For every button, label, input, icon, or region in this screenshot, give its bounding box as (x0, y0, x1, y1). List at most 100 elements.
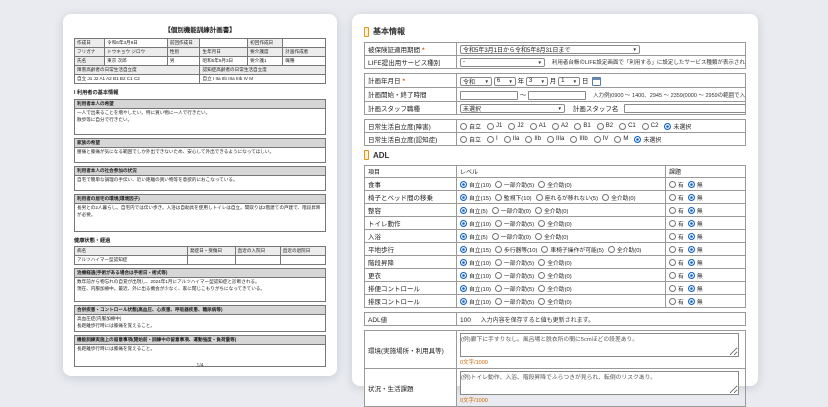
radio-option[interactable]: 無 (687, 219, 703, 228)
radio-option[interactable]: 一部介助(0) (491, 206, 531, 215)
radio-icon[interactable] (687, 284, 695, 292)
radio-icon[interactable] (494, 193, 502, 201)
radio-option[interactable]: 一部介助(0) (491, 232, 531, 241)
radio-icon[interactable] (547, 135, 555, 143)
radio-option[interactable]: 全介助(0) (538, 271, 572, 280)
radio-option[interactable]: 有 (669, 284, 684, 293)
radio-option[interactable]: 歩行器等(10) (494, 245, 537, 254)
radio-icon[interactable] (669, 245, 676, 253)
radio-icon[interactable] (460, 193, 467, 201)
radio-option[interactable]: 自立(10) (460, 284, 491, 293)
radio-option[interactable]: 有 (669, 219, 684, 228)
radio-icon[interactable] (538, 180, 546, 188)
radio-icon[interactable] (460, 271, 467, 279)
radio-option[interactable]: I (487, 135, 498, 143)
radio-icon[interactable] (687, 258, 695, 266)
radio-icon[interactable] (687, 219, 695, 227)
radio-icon[interactable] (669, 284, 676, 292)
radio-icon[interactable] (494, 284, 502, 292)
staff-role-select[interactable]: 未選択 ▼ (460, 104, 565, 114)
radio-icon[interactable] (669, 271, 676, 279)
radio-icon[interactable] (529, 122, 537, 130)
radio-option[interactable]: 自立(10) (460, 258, 491, 267)
radio-icon[interactable] (460, 258, 467, 266)
radio-icon[interactable] (607, 245, 615, 253)
radio-option[interactable]: 無 (687, 271, 703, 280)
radio-option[interactable]: 有 (669, 193, 684, 202)
radio-icon[interactable] (669, 180, 676, 188)
radio-icon[interactable] (687, 193, 695, 201)
radio-option[interactable]: 一部介助(5) (494, 258, 534, 267)
radio-icon[interactable] (669, 193, 676, 201)
radio-icon[interactable] (687, 245, 695, 253)
end-time-input[interactable] (528, 90, 587, 100)
radio-icon[interactable] (534, 232, 542, 240)
radio-icon[interactable] (602, 193, 610, 201)
radio-option[interactable]: B2 (596, 122, 613, 130)
radio-option[interactable]: 全介助(0) (602, 193, 636, 202)
radio-icon[interactable] (460, 245, 467, 253)
radio-option[interactable]: 一部介助(5) (494, 180, 534, 189)
radio-option[interactable]: 自立(10) (460, 219, 491, 228)
radio-option[interactable]: 有 (669, 180, 684, 189)
day-select[interactable]: 1 ▼ (558, 76, 581, 86)
radio-icon[interactable] (669, 219, 676, 227)
environment-textarea[interactable] (460, 333, 740, 358)
radio-option[interactable]: IIa (503, 135, 519, 143)
radio-icon[interactable] (508, 122, 516, 130)
radio-icon[interactable] (687, 180, 695, 188)
radio-option[interactable]: 自立(10) (460, 297, 491, 306)
radio-icon[interactable] (641, 122, 649, 130)
radio-option[interactable]: 全介助(0) (538, 284, 572, 293)
radio-icon[interactable] (525, 135, 533, 143)
radio-icon[interactable] (487, 122, 495, 130)
radio-icon[interactable] (669, 297, 676, 305)
radio-option[interactable]: 一部介助(5) (494, 297, 534, 306)
life-issues-textarea[interactable] (460, 371, 740, 396)
radio-option[interactable]: 無 (687, 245, 703, 254)
radio-icon[interactable] (460, 297, 467, 305)
radio-option[interactable]: 全介助(0) (607, 245, 641, 254)
radio-option[interactable]: 無 (687, 232, 703, 241)
radio-option[interactable]: 監視下(10) (494, 193, 532, 202)
radio-icon[interactable] (503, 135, 511, 143)
radio-icon[interactable] (593, 135, 601, 143)
radio-option[interactable]: 一部介助(5) (494, 271, 534, 280)
radio-icon[interactable] (669, 206, 676, 214)
radio-icon[interactable] (574, 122, 582, 130)
radio-icon[interactable] (494, 271, 502, 279)
radio-option[interactable]: B1 (574, 122, 591, 130)
radio-option[interactable]: 有 (669, 271, 684, 280)
radio-option[interactable]: 未選択 (664, 122, 691, 131)
radio-option[interactable]: 無 (687, 193, 703, 202)
radio-icon[interactable] (687, 271, 695, 279)
radio-icon[interactable] (634, 135, 642, 143)
radio-icon[interactable] (491, 206, 499, 214)
radio-icon[interactable] (487, 135, 495, 143)
radio-option[interactable]: 有 (669, 245, 684, 254)
radio-option[interactable]: C1 (619, 122, 636, 130)
radio-option[interactable]: 無 (687, 284, 703, 293)
radio-icon[interactable] (669, 258, 676, 266)
start-time-input[interactable] (460, 90, 518, 100)
cert-period-select[interactable]: 令和5年3月1日から令和5年8月31日まで ▼ (460, 44, 640, 54)
radio-icon[interactable] (535, 193, 543, 201)
radio-option[interactable]: 有 (669, 297, 684, 306)
radio-option[interactable]: 全介助(0) (538, 258, 572, 267)
radio-icon[interactable] (541, 245, 549, 253)
radio-icon[interactable] (494, 245, 502, 253)
radio-icon[interactable] (534, 206, 542, 214)
radio-option[interactable]: 有 (669, 206, 684, 215)
radio-icon[interactable] (460, 180, 467, 188)
radio-option[interactable]: 全介助(0) (538, 180, 572, 189)
radio-icon[interactable] (538, 258, 546, 266)
radio-option[interactable]: IIIb (570, 135, 588, 143)
staff-name-input[interactable] (624, 104, 745, 114)
radio-option[interactable]: 自立 (460, 135, 481, 144)
radio-icon[interactable] (538, 219, 546, 227)
radio-option[interactable]: IIb (525, 135, 541, 143)
radio-icon[interactable] (596, 122, 604, 130)
radio-icon[interactable] (570, 135, 578, 143)
radio-option[interactable]: C2 (641, 122, 658, 130)
radio-icon[interactable] (619, 122, 627, 130)
